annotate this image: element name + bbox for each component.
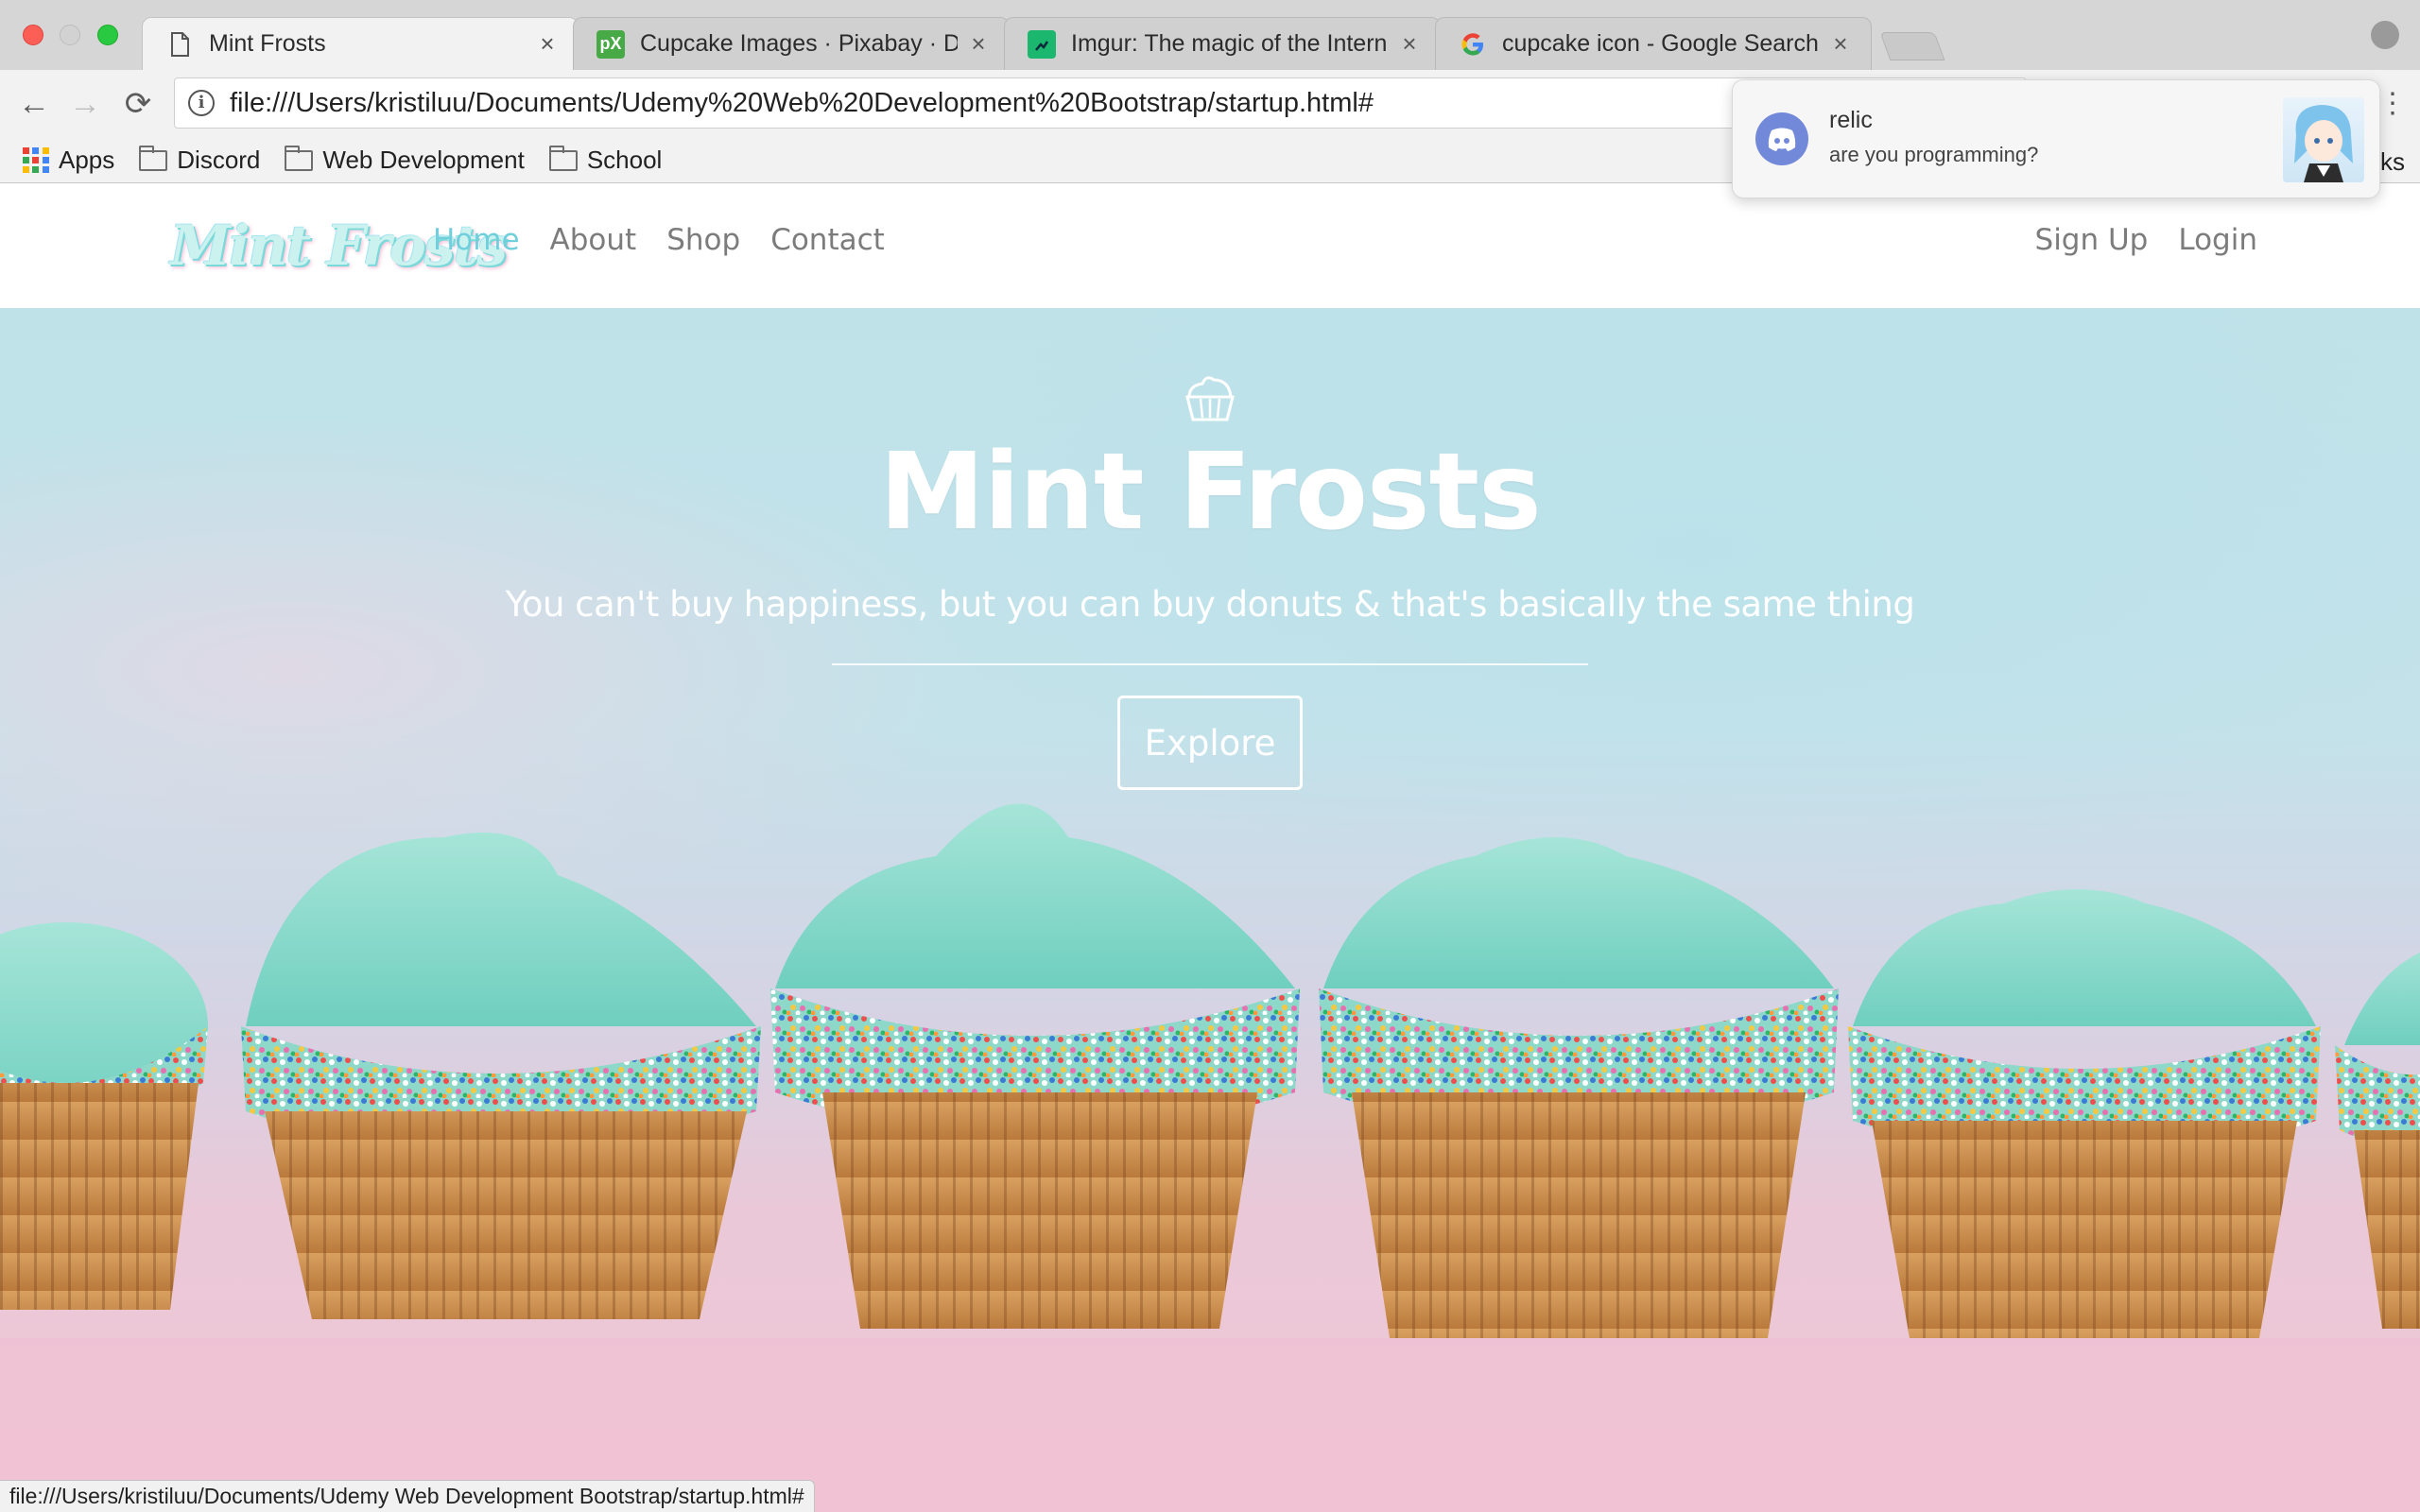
bookmark-label: Web Development — [322, 146, 525, 174]
apps-grid-icon — [23, 146, 49, 174]
nav-link-sign-up[interactable]: Sign Up — [2035, 223, 2149, 257]
cupcake — [2335, 952, 2420, 1329]
maximize-window-button[interactable] — [97, 25, 118, 45]
nav-link-login[interactable]: Login — [2178, 223, 2257, 257]
close-tab-icon[interactable]: × — [536, 29, 559, 59]
reload-icon[interactable]: ⟳ — [121, 87, 155, 121]
cupcake — [0, 922, 208, 1310]
folder-icon — [285, 145, 314, 171]
bookmark-discord[interactable]: Discord — [139, 145, 261, 175]
notification-message: are you programming? — [1829, 143, 2039, 166]
tab-pixabay[interactable]: pX Cupcake Images · Pixabay · Do × — [573, 17, 1010, 70]
bookmark-web-development[interactable]: Web Development — [285, 145, 525, 175]
cupcake — [1848, 889, 2321, 1338]
main-nav: Home About Shop Contact — [433, 223, 915, 257]
site-navbar: Mint Frosts Home About Shop Contact Sign… — [0, 183, 2420, 308]
bookmark-school[interactable]: School — [548, 145, 663, 175]
cupcake — [770, 803, 1300, 1329]
discord-icon — [1755, 112, 1808, 165]
close-window-button[interactable] — [23, 25, 43, 45]
nav-link-home[interactable]: Home — [433, 223, 520, 257]
status-bar-url: file:///Users/kristiluu/Documents/Udemy … — [0, 1480, 815, 1512]
browser-menu-icon[interactable]: ⋮ — [2378, 87, 2407, 121]
bookmark-apps[interactable]: Apps — [23, 146, 114, 175]
hero-tagline: You can't buy happiness, but you can buy… — [505, 584, 1915, 625]
hero-title: Mint Frosts — [879, 431, 1542, 554]
back-arrow-icon[interactable]: ← — [17, 87, 51, 121]
explore-button[interactable]: Explore — [1117, 696, 1303, 790]
tab-imgur[interactable]: Imgur: The magic of the Intern × — [1004, 17, 1441, 70]
minimize-window-button[interactable] — [60, 25, 80, 45]
forward-arrow-icon[interactable]: → — [68, 87, 102, 121]
tab-title: Cupcake Images · Pixabay · Do — [640, 30, 958, 57]
google-icon — [1459, 30, 1487, 59]
close-tab-icon[interactable]: × — [967, 29, 990, 59]
folder-icon — [139, 145, 168, 171]
tab-title: cupcake icon - Google Search — [1502, 30, 1819, 57]
cupcake-icon — [1185, 376, 1235, 421]
hero-section: Mint Frosts You can't buy happiness, but… — [0, 308, 2420, 1512]
address-bar-url[interactable]: file:///Users/kristiluu/Documents/Udemy%… — [230, 88, 1374, 119]
tab-google-search[interactable]: cupcake icon - Google Search × — [1435, 17, 1872, 70]
sender-avatar — [2283, 97, 2364, 182]
cupcake — [241, 833, 761, 1319]
close-tab-icon[interactable]: × — [1829, 29, 1852, 59]
nav-link-shop[interactable]: Shop — [666, 223, 740, 257]
hero-divider — [832, 663, 1588, 665]
notification-sender: relic — [1829, 107, 1873, 133]
bookmarks-overflow-label[interactable]: ks — [2380, 147, 2405, 177]
info-icon[interactable]: i — [188, 90, 215, 116]
bookmark-label: Discord — [177, 146, 261, 174]
pixabay-icon: pX — [596, 29, 625, 59]
tab-title: Mint Frosts — [209, 30, 326, 57]
discord-notification[interactable]: relic are you programming? — [1732, 79, 2380, 198]
page-icon — [165, 30, 194, 59]
tab-mint-frosts[interactable]: Mint Frosts × — [142, 17, 579, 70]
cupcake — [1319, 837, 1839, 1338]
bookmark-label: Apps — [59, 146, 115, 174]
nav-link-about[interactable]: About — [550, 223, 637, 257]
new-tab-button[interactable] — [1879, 32, 1945, 60]
profile-icon[interactable] — [2371, 21, 2399, 49]
imgur-icon — [1028, 29, 1056, 59]
account-nav: Sign Up Login — [2005, 223, 2257, 257]
tab-strip: Mint Frosts × pX Cupcake Images · Pixaba… — [0, 0, 2420, 70]
nav-link-contact[interactable]: Contact — [770, 223, 885, 257]
tab-title: Imgur: The magic of the Intern — [1071, 30, 1388, 57]
bookmark-label: School — [586, 146, 663, 174]
folder-icon — [548, 145, 578, 171]
close-tab-icon[interactable]: × — [1398, 29, 1421, 59]
